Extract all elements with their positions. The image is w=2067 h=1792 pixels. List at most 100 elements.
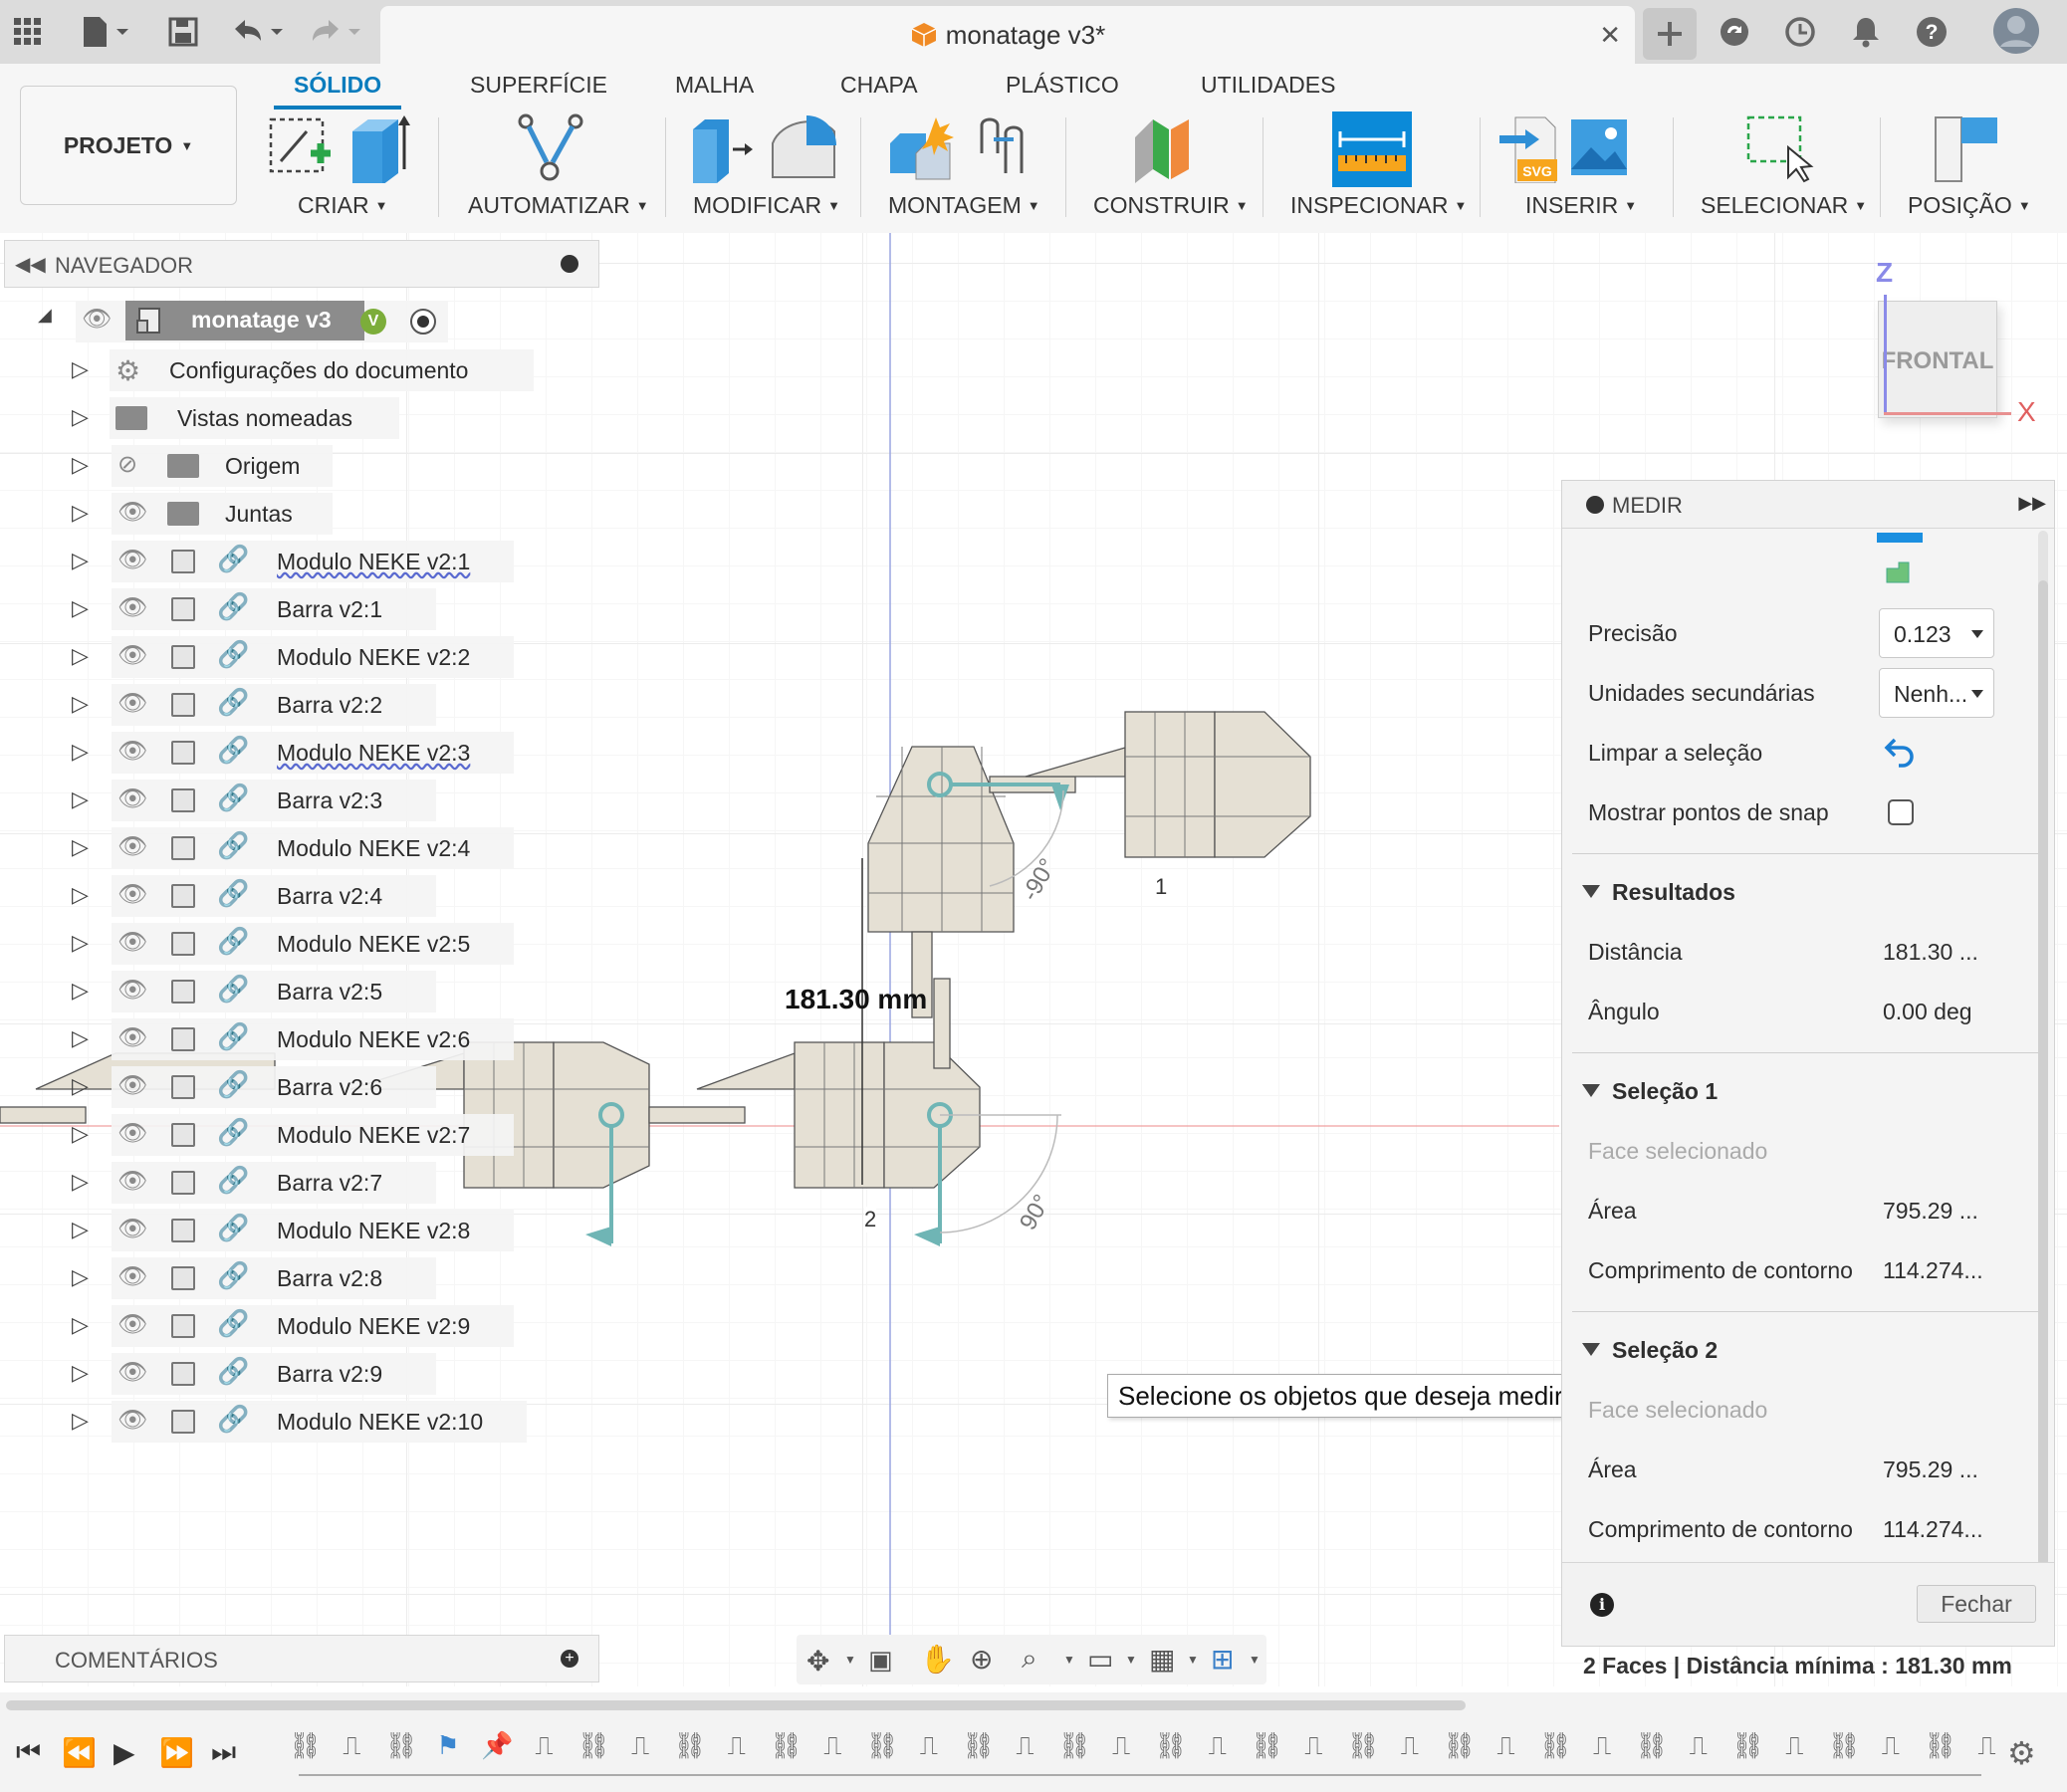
grid-settings-icon[interactable]: ▦ bbox=[1149, 1643, 1175, 1676]
eye-icon[interactable]: 👁 bbox=[117, 1119, 147, 1148]
scrollbar-thumb[interactable] bbox=[2038, 580, 2048, 1566]
tree-item-label[interactable]: Barra v2:5 bbox=[277, 979, 382, 1006]
tree-item-label[interactable]: Juntas bbox=[225, 501, 293, 528]
tree-row[interactable]: ▷ ⊘ Origem bbox=[0, 444, 518, 488]
tab-malha[interactable]: MALHA bbox=[675, 72, 754, 99]
eye-icon[interactable]: 👁 bbox=[117, 928, 147, 957]
timeline-settings-gear-icon[interactable]: ⚙ bbox=[2007, 1734, 2036, 1772]
document-tab[interactable]: monatage v3* ✕ bbox=[380, 6, 1635, 66]
timeline-joint-icon[interactable]: ⛓ bbox=[1539, 1730, 1572, 1760]
expand-triangle-icon[interactable]: ▷ bbox=[72, 1360, 89, 1386]
step-back-button[interactable]: ⏪ bbox=[62, 1736, 97, 1769]
add-comment-icon[interactable]: + bbox=[561, 1650, 578, 1668]
eye-icon[interactable]: 👁 bbox=[82, 305, 112, 334]
sync-icon[interactable] bbox=[1715, 12, 1754, 52]
tree-row[interactable]: ▷ Vistas nomeadas bbox=[0, 396, 518, 440]
eye-icon[interactable]: 👁 bbox=[117, 1023, 147, 1052]
timeline-joint-icon[interactable]: ⛓ bbox=[866, 1730, 899, 1760]
viewports-icon[interactable]: ⊞ bbox=[1211, 1643, 1234, 1676]
snap-checkbox[interactable] bbox=[1888, 799, 1914, 825]
timeline-pin-icon[interactable]: 📌 bbox=[481, 1730, 513, 1760]
expand-triangle-icon[interactable]: ▷ bbox=[72, 404, 89, 430]
tree-item-label[interactable]: Barra v2:9 bbox=[277, 1361, 382, 1388]
look-at-icon[interactable]: ▣ bbox=[868, 1645, 893, 1676]
tree-row[interactable]: ▷ 👁 🔗 Modulo NEKE v2:2 bbox=[0, 635, 518, 679]
grid-icon[interactable] bbox=[8, 12, 48, 52]
tree-row[interactable]: ▷ 👁 🔗 Barra v2:2 bbox=[0, 683, 518, 727]
group-inserir[interactable]: INSERIR ▼ bbox=[1525, 192, 1637, 219]
expand-triangle-icon[interactable]: ▷ bbox=[72, 452, 89, 478]
expand-triangle-icon[interactable]: ▷ bbox=[72, 595, 89, 621]
timeline-feature-icon[interactable]: ⎍ bbox=[1876, 1730, 1906, 1760]
eye-icon[interactable]: 👁 bbox=[117, 1262, 147, 1291]
eye-icon[interactable]: 👁 bbox=[117, 832, 147, 861]
expand-triangle-icon[interactable]: ▷ bbox=[72, 691, 89, 717]
undo-clear-icon[interactable] bbox=[1883, 736, 1917, 768]
tree-item-label[interactable]: Modulo NEKE v2:8 bbox=[277, 1218, 470, 1244]
timeline-joint-icon[interactable]: ⛓ bbox=[962, 1730, 995, 1760]
eye-icon[interactable]: 👁 bbox=[117, 498, 147, 527]
tree-row[interactable]: ▷ 👁 🔗 Barra v2:4 bbox=[0, 874, 518, 918]
tree-item-label[interactable]: Modulo NEKE v2:5 bbox=[277, 931, 470, 958]
tree-item-label[interactable]: Modulo NEKE v2:7 bbox=[277, 1122, 470, 1149]
eye-icon[interactable]: 👁 bbox=[117, 784, 147, 813]
timeline-feature-icon[interactable]: ⎍ bbox=[337, 1730, 366, 1760]
help-icon[interactable]: ? bbox=[1912, 12, 1952, 52]
eye-icon[interactable]: 👁 bbox=[117, 737, 147, 766]
timeline-feature-icon[interactable]: ⎍ bbox=[1779, 1730, 1809, 1760]
secondary-units-dropdown[interactable]: Nenh... bbox=[1879, 668, 1994, 718]
tree-item-label[interactable]: Modulo NEKE v2:6 bbox=[277, 1026, 470, 1053]
timeline-feature-icon[interactable]: ⎍ bbox=[722, 1730, 752, 1760]
precision-dropdown[interactable]: 0.123 bbox=[1879, 608, 1994, 658]
chevron-down-icon[interactable]: ▼ bbox=[1125, 1653, 1137, 1667]
file-icon[interactable] bbox=[76, 12, 135, 52]
selection-mode-face-icon[interactable] bbox=[1877, 533, 1923, 543]
tree-item-label[interactable]: Barra v2:1 bbox=[277, 596, 382, 623]
tree-item-label[interactable]: Barra v2:3 bbox=[277, 787, 382, 814]
timeline-scrollbar[interactable] bbox=[6, 1700, 1466, 1710]
tree-item-label[interactable]: Modulo NEKE v2:1 bbox=[277, 549, 470, 575]
tree-row[interactable]: ▷ 👁 🔗 Barra v2:8 bbox=[0, 1256, 518, 1300]
tree-item-label[interactable]: Modulo NEKE v2:10 bbox=[277, 1409, 483, 1436]
inspect-measure-icon[interactable] bbox=[1332, 112, 1412, 187]
tab-superficie[interactable]: SUPERFÍCIE bbox=[470, 72, 607, 99]
eye-icon[interactable]: 👁 bbox=[117, 593, 147, 622]
step-forward-button[interactable]: ⏩ bbox=[159, 1736, 194, 1769]
tree-row[interactable]: ▷ 👁 🔗 Barra v2:3 bbox=[0, 779, 518, 822]
tree-item-label[interactable]: Barra v2:4 bbox=[277, 883, 382, 910]
chevron-down-icon[interactable]: ▼ bbox=[1249, 1653, 1261, 1667]
selection2-header[interactable]: Seleção 2 bbox=[1582, 1337, 1718, 1364]
zoom-window-icon[interactable]: ⌕ bbox=[1022, 1643, 1037, 1676]
expand-triangle-icon[interactable]: ▷ bbox=[72, 786, 89, 812]
timeline-feature-icon[interactable]: ⎍ bbox=[1492, 1730, 1521, 1760]
group-montagem[interactable]: MONTAGEM ▼ bbox=[888, 192, 1040, 219]
group-modificar[interactable]: MODIFICAR ▼ bbox=[693, 192, 840, 219]
timeline-joint-icon[interactable]: ⛓ bbox=[770, 1730, 803, 1760]
tree-row[interactable]: ▷ 👁 Juntas bbox=[0, 492, 518, 536]
tab-plastico[interactable]: PLÁSTICO bbox=[1006, 72, 1119, 99]
eye-icon[interactable]: 👁 bbox=[117, 689, 147, 718]
info-icon[interactable]: i bbox=[1590, 1593, 1614, 1617]
timeline-joint-icon[interactable]: ⛓ bbox=[1251, 1730, 1283, 1760]
eye-icon[interactable]: 👁 bbox=[117, 1406, 147, 1435]
new-tab-icon[interactable] bbox=[1643, 8, 1697, 60]
expand-triangle-icon[interactable]: ▷ bbox=[72, 1217, 89, 1242]
eye-icon[interactable]: 👁 bbox=[117, 1215, 147, 1243]
expand-triangle-icon[interactable]: ▷ bbox=[72, 882, 89, 908]
insert-icon[interactable]: SVG bbox=[1497, 113, 1627, 183]
tree-row[interactable]: ▷ 👁 🔗 Barra v2:6 bbox=[0, 1065, 518, 1109]
view-cube-face[interactable]: FRONTAL bbox=[1879, 347, 1996, 375]
chevron-down-icon[interactable]: ▼ bbox=[844, 1653, 856, 1667]
selection1-header[interactable]: Seleção 1 bbox=[1582, 1078, 1718, 1105]
tree-row[interactable]: ▷ 👁 🔗 Modulo NEKE v2:1 bbox=[0, 540, 518, 583]
expand-triangle-icon[interactable]: ▷ bbox=[72, 643, 89, 669]
comments-bar[interactable]: COMENTÁRIOS + bbox=[4, 1635, 599, 1682]
tree-row[interactable]: ▷ ⚙ Configurações do documento bbox=[0, 348, 534, 392]
eye-hidden-icon[interactable]: ⊘ bbox=[117, 450, 137, 479]
timeline-joint-icon[interactable]: ⛓ bbox=[577, 1730, 610, 1760]
timeline-flag-icon[interactable]: ⚑ bbox=[433, 1730, 463, 1760]
eye-icon[interactable]: 👁 bbox=[117, 976, 147, 1005]
tree-item-label[interactable]: Vistas nomeadas bbox=[177, 405, 352, 432]
expand-triangle-icon[interactable]: ▷ bbox=[72, 1025, 89, 1051]
timeline-joint-icon[interactable]: ⛓ bbox=[1828, 1730, 1861, 1760]
